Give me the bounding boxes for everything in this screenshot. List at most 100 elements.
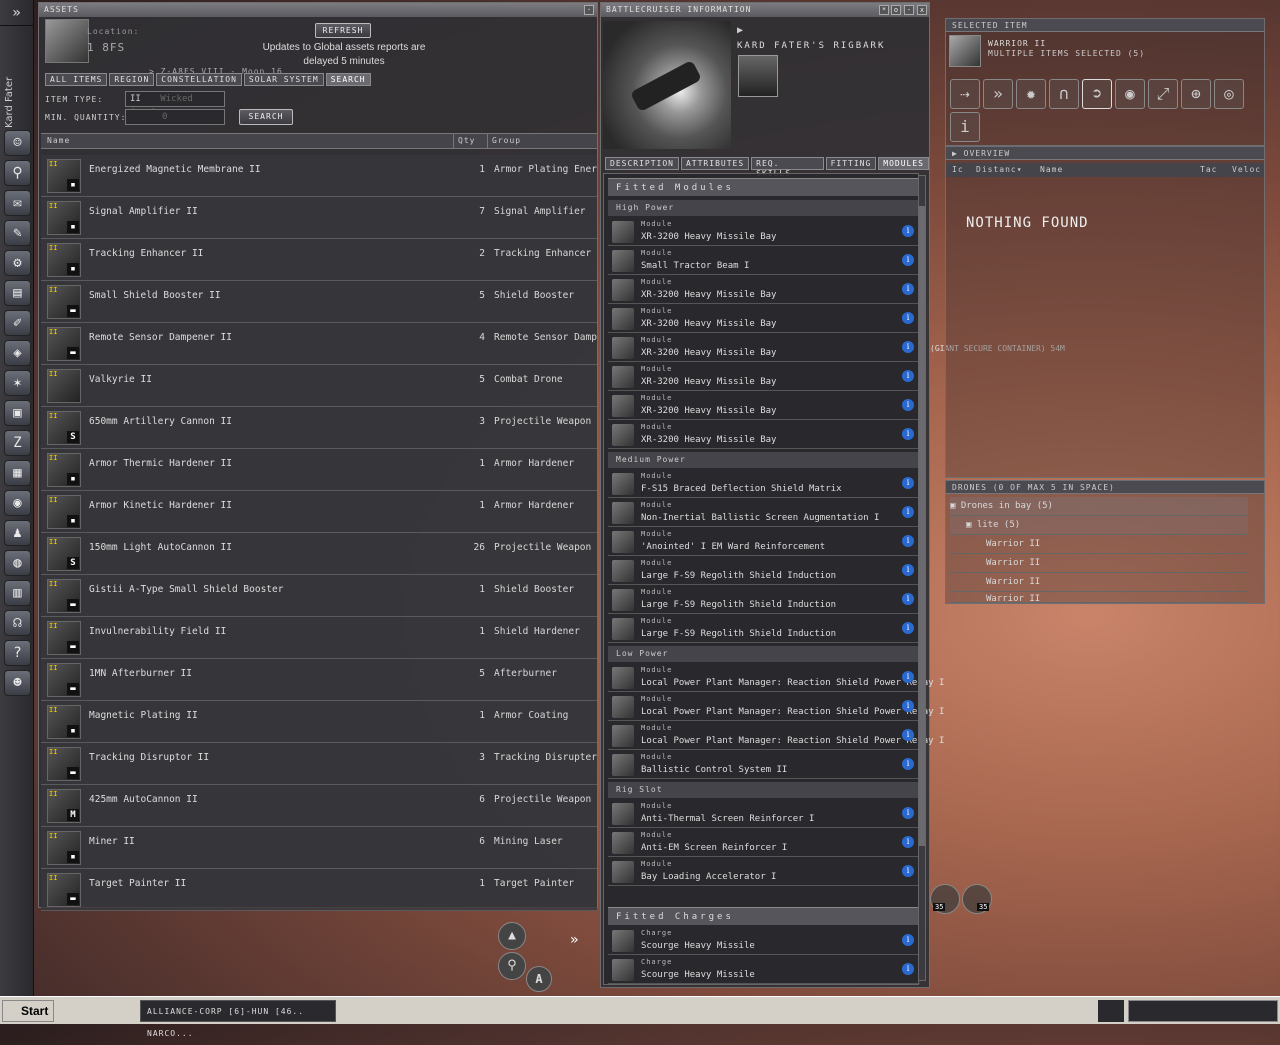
taskbar-tray-1[interactable] — [1098, 1000, 1124, 1022]
info-icon[interactable]: i — [902, 836, 914, 848]
drones-title[interactable]: Drones (0 of max 5 in space) — [946, 481, 1264, 494]
asset-row[interactable]: II ▬ 1MN Afterburner II 5 Afterburner — [41, 659, 597, 701]
assets-title[interactable]: Assets — [39, 3, 597, 17]
bc-minimize-icon[interactable]: - — [904, 5, 914, 15]
info-icon[interactable]: i — [902, 225, 914, 237]
taskbar-tray-2[interactable] — [1128, 1000, 1278, 1022]
taskbar-item-eve[interactable]: ALLIANCE-CORP [6]-HUN [46.. NARCO... — [140, 1000, 336, 1038]
tab-solar-system[interactable]: Solar System — [243, 73, 324, 86]
drone-group-row[interactable]: ▣ lite (5) — [950, 516, 1248, 535]
module-row[interactable]: Module Ballistic Control System II i — [608, 751, 920, 779]
selected-item-title[interactable]: Selected Item — [946, 19, 1264, 32]
module-row[interactable]: Module Large F-S9 Regolith Shield Inducti… — [608, 615, 920, 643]
asset-row[interactable]: II S 150mm Light AutoCannon II 26 Project… — [41, 533, 597, 575]
info-icon[interactable]: i — [902, 477, 914, 489]
item-type-input[interactable]: II Wicked Creek — [125, 91, 225, 118]
ship-hud-icon[interactable]: ▲ — [498, 922, 526, 950]
search-button[interactable]: Search — [239, 109, 293, 125]
module-row[interactable]: Module Large F-S9 Regolith Shield Inducti… — [608, 557, 920, 585]
zoom-icon[interactable]: ⚲ — [498, 952, 526, 980]
refresh-button[interactable]: Refresh — [315, 23, 371, 38]
assets-close-icon[interactable]: · — [584, 5, 594, 15]
module-row[interactable]: Module Bay Loading Accelerator I i — [608, 858, 920, 886]
info-icon[interactable]: i — [902, 807, 914, 819]
asset-row[interactable]: II ▬ Gistii A-Type Small Shield Booster 1… — [41, 575, 597, 617]
col-group[interactable]: Group — [487, 134, 521, 148]
drone-item[interactable]: Warrior II — [950, 573, 1248, 592]
info-icon[interactable]: i — [902, 934, 914, 946]
corporation-icon[interactable]: ♟ — [4, 520, 31, 546]
gear-icon[interactable]: ✹ — [1016, 79, 1046, 109]
wallet-icon[interactable]: ▦ — [4, 460, 31, 486]
keep-range-icon[interactable]: ➲ — [1082, 79, 1112, 109]
module-row[interactable]: Module Local Power Plant Manager: Reactio… — [608, 664, 944, 692]
col-qty[interactable]: Qty — [453, 134, 475, 148]
portrait-icon[interactable]: ☻ — [4, 670, 31, 696]
asset-row[interactable]: II ▬ Remote Sensor Dampener II 4 Remote S… — [41, 323, 597, 365]
expand-arrow-icon[interactable]: ▶ — [737, 25, 743, 36]
module-row[interactable]: Module 'Anointed' I EM Ward Reinforcement… — [608, 528, 920, 556]
tab-req-skills[interactable]: Req. Skills — [751, 157, 824, 178]
module-row[interactable]: Module XR-3200 Heavy Missile Bay i — [608, 305, 920, 333]
start-button[interactable]: Start — [2, 1000, 54, 1022]
drone-item[interactable]: Warrior II — [950, 554, 1248, 573]
scrollbar-thumb[interactable] — [919, 206, 925, 846]
module-row[interactable]: Module XR-3200 Heavy Missile Bay i — [608, 218, 920, 246]
col-name[interactable]: Name — [47, 134, 70, 148]
info-icon[interactable]: i — [902, 399, 914, 411]
neocom-expand-button[interactable]: » — [0, 0, 33, 26]
info-icon[interactable]: i — [902, 729, 914, 741]
help-ring-icon[interactable]: ◉ — [4, 490, 31, 516]
pilot-portrait[interactable] — [738, 55, 778, 97]
tab-fitting[interactable]: Fitting — [825, 157, 877, 170]
tab-modules[interactable]: Modules — [878, 157, 929, 170]
asset-row[interactable]: II ▪ Signal Amplifier II 7 Signal Amplifi… — [41, 197, 597, 239]
modules-scrollbar[interactable] — [918, 175, 926, 981]
skills-icon[interactable]: Z — [4, 430, 31, 456]
scanner-icon[interactable]: ◈ — [4, 340, 31, 366]
module-row[interactable]: Module XR-3200 Heavy Missile Bay i — [608, 421, 920, 449]
show-info-icon[interactable]: i — [950, 112, 980, 142]
asset-row[interactable]: II ▬ Small Shield Booster II 5 Shield Boo… — [41, 281, 597, 323]
market-icon[interactable]: ▥ — [4, 580, 31, 606]
module-row[interactable]: Module Local Power Plant Manager: Reactio… — [608, 722, 944, 750]
asset-row[interactable]: II ▪ Tracking Enhancer II 2 Tracking Enha… — [41, 239, 597, 281]
align-icon[interactable]: ⤢ — [1148, 79, 1178, 109]
info-icon[interactable]: i — [902, 283, 914, 295]
module-row[interactable]: Module Local Power Plant Manager: Reactio… — [608, 693, 944, 721]
module-row[interactable]: Module XR-3200 Heavy Missile Bay i — [608, 334, 920, 362]
col-ov-name[interactable]: Name — [1040, 163, 1063, 177]
module-row[interactable]: Module Anti-Thermal Screen Reinforcer I i — [608, 800, 920, 828]
tab-region[interactable]: Region — [109, 73, 155, 86]
info-icon[interactable]: i — [902, 254, 914, 266]
col-tactical[interactable]: Tac — [1200, 163, 1217, 177]
info-icon[interactable]: i — [902, 428, 914, 440]
character-icon[interactable]: ☺ — [4, 130, 31, 156]
notepad-icon[interactable]: ✎ — [4, 220, 31, 246]
orbit-icon[interactable]: ∩ — [1049, 79, 1079, 109]
col-distance[interactable]: Distanc▾ — [976, 163, 1023, 177]
lock-icon[interactable]: ◉ — [1115, 79, 1145, 109]
journal-icon[interactable]: ✐ — [4, 310, 31, 336]
info-icon[interactable]: i — [902, 564, 914, 576]
asset-row[interactable]: II ▪ Armor Thermic Hardener II 1 Armor Ha… — [41, 449, 597, 491]
asset-row[interactable]: II ▪ Armor Kinetic Hardener II 1 Armor Ha… — [41, 491, 597, 533]
info-icon[interactable]: i — [902, 370, 914, 382]
info-icon[interactable]: i — [902, 671, 914, 683]
tab-search[interactable]: Search — [325, 73, 371, 86]
info-icon[interactable]: i — [902, 341, 914, 353]
asset-row[interactable]: II ▬ Target Painter II 1 Target Painter — [41, 869, 597, 911]
asset-row[interactable]: II ▬ Tracking Disruptor II 3 Tracking Dis… — [41, 743, 597, 785]
col-velocity[interactable]: Veloc — [1232, 163, 1261, 177]
tab-constellation[interactable]: Constellation — [156, 73, 242, 86]
drones-in-bay-row[interactable]: ▣ Drones in bay (5) — [950, 497, 1248, 516]
charge-slot-1[interactable]: 35 — [930, 884, 960, 914]
module-row[interactable]: Module Anti-EM Screen Reinforcer I i — [608, 829, 920, 857]
asset-row[interactable]: II ▪ Miner II 6 Mining Laser — [41, 827, 597, 869]
map-icon[interactable]: ▤ — [4, 280, 31, 306]
module-row[interactable]: Charge Scourge Heavy Missile i — [608, 927, 920, 955]
module-row[interactable]: Module XR-3200 Heavy Missile Bay i — [608, 276, 920, 304]
module-row[interactable]: Module Small Tractor Beam I i — [608, 247, 920, 275]
tab-description[interactable]: Description — [605, 157, 679, 170]
look-at-icon[interactable]: ◎ — [1214, 79, 1244, 109]
